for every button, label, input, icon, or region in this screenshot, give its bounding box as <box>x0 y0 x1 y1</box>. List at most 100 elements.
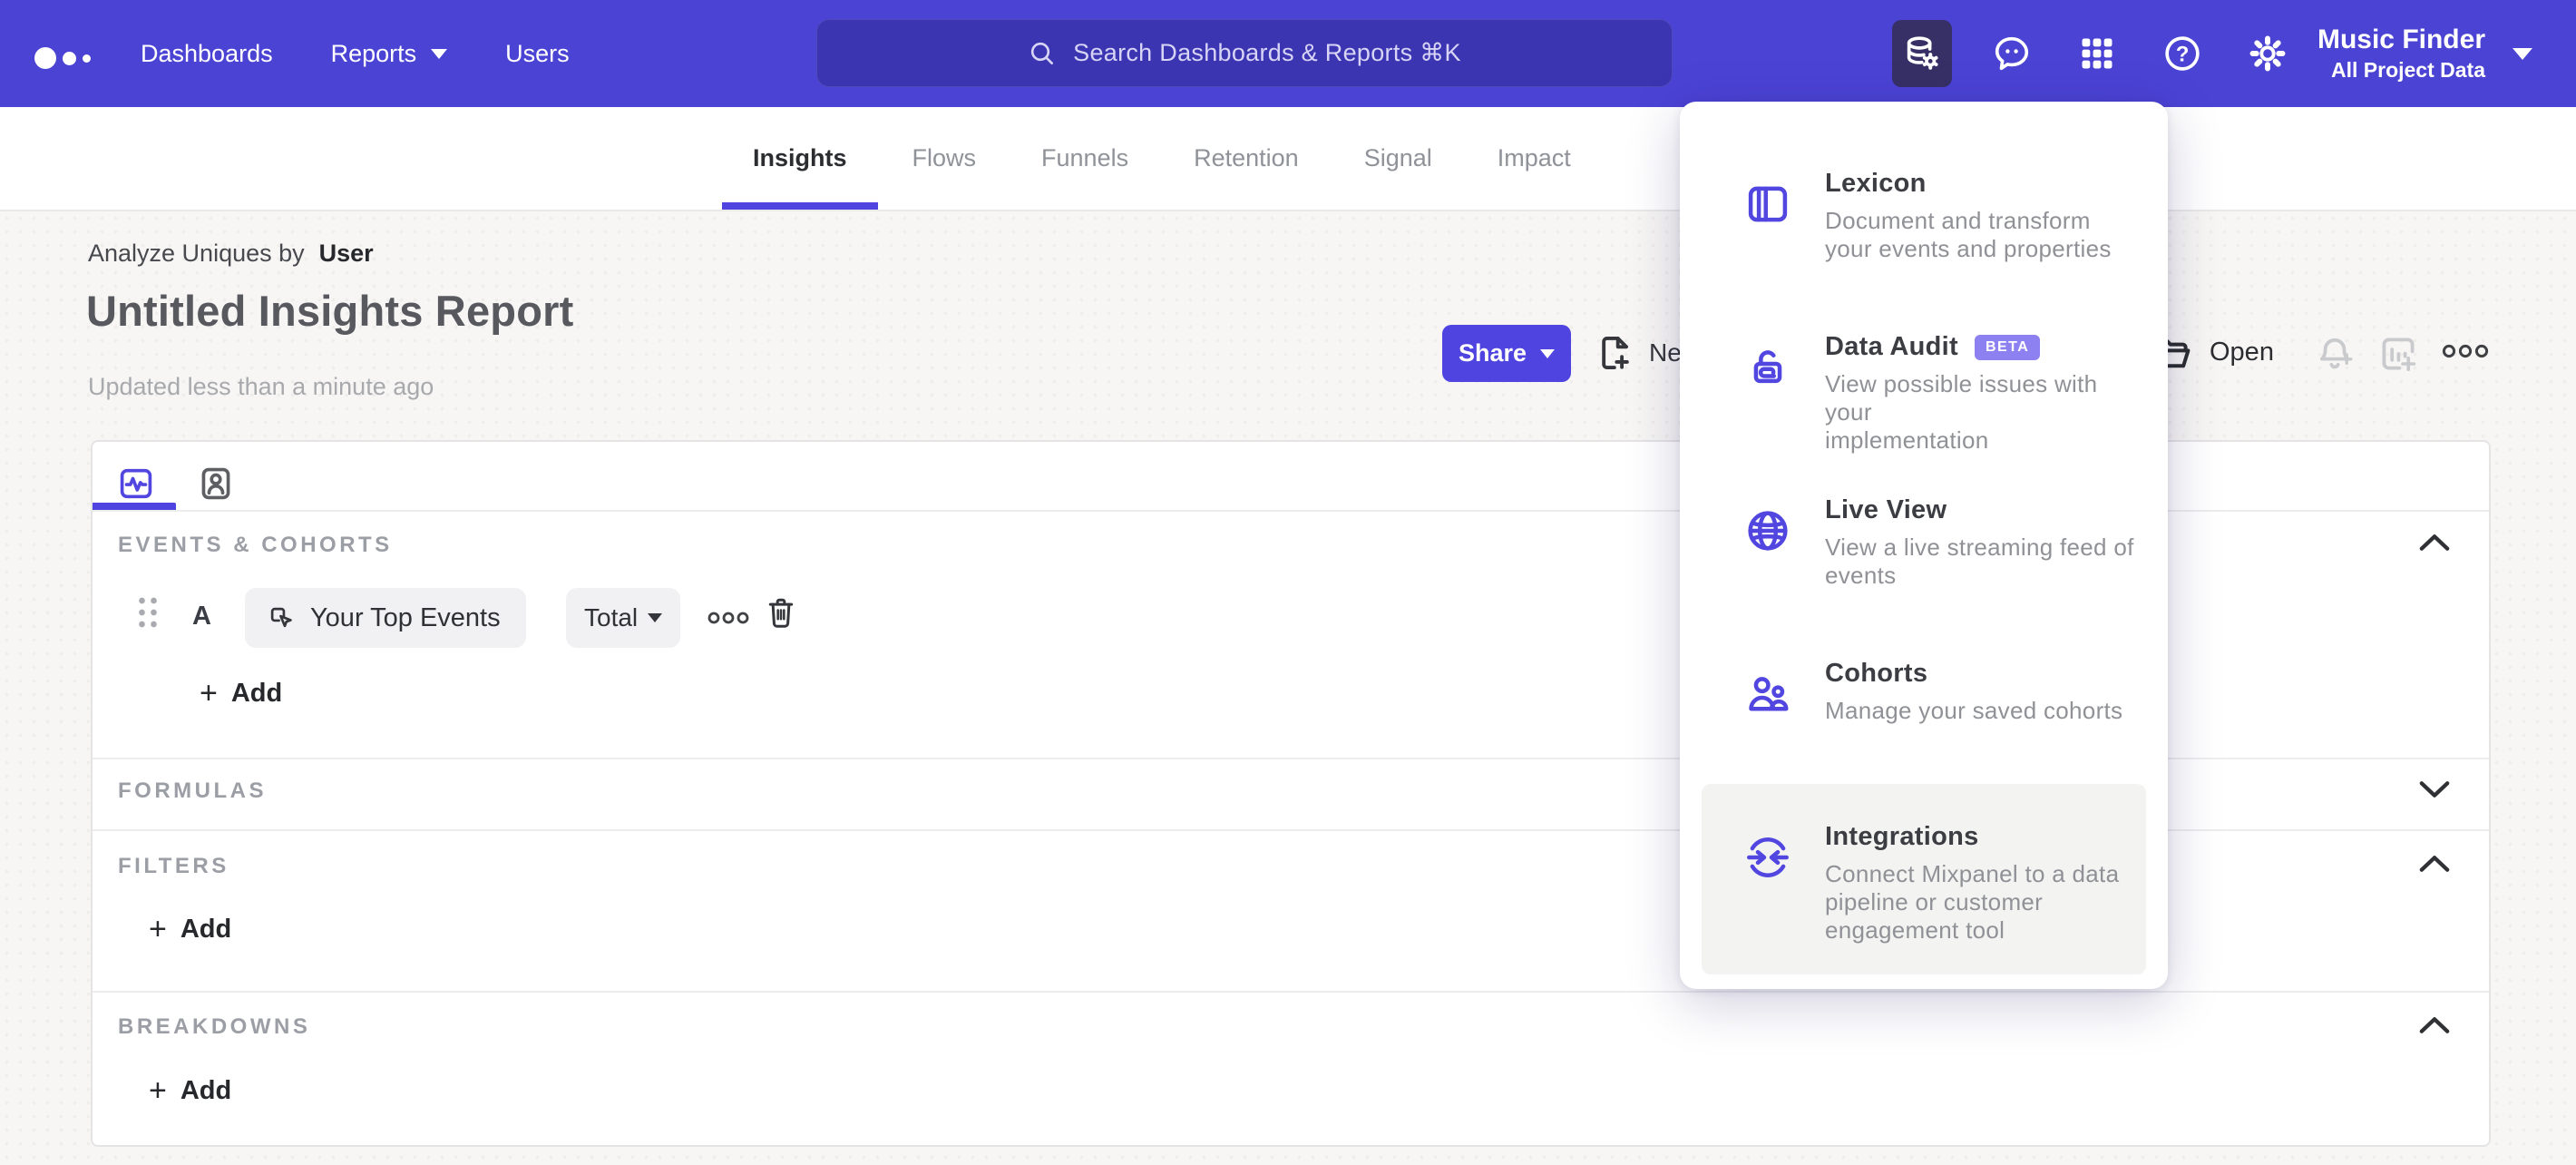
menu-item-lexicon[interactable]: Lexicon Document and transform your event… <box>1702 158 2146 321</box>
chart-plus-icon <box>2382 338 2416 371</box>
aggregation-caret-icon <box>648 613 663 622</box>
integrations-sync-icon <box>1743 833 1792 882</box>
menu-item-text: Lexicon Document and transform your event… <box>1825 169 2142 263</box>
settings-button[interactable] <box>2247 33 2288 74</box>
globe-icon <box>1743 506 1792 555</box>
search-icon <box>1031 42 1054 64</box>
plus-icon: + <box>149 912 167 946</box>
tab-chart-view[interactable] <box>116 464 156 504</box>
nav-link-users[interactable]: Users <box>505 40 570 68</box>
event-name: Your Top Events <box>310 602 501 632</box>
share-caret-icon <box>1540 348 1556 358</box>
menu-item-live-view[interactable]: Live View View a live streaming feed of e… <box>1702 485 2146 648</box>
insights-pulse-icon <box>120 468 152 499</box>
nav-link-reports[interactable]: Reports <box>331 40 448 68</box>
menu-item-title: Data Audit <box>1825 332 1958 361</box>
search-placeholder: Search Dashboards & Reports ⌘K <box>1073 39 1461 66</box>
report-tabs: Insights Flows Funnels Retention Signal Impac… <box>722 107 1571 210</box>
apps-grid-icon <box>2082 38 2113 69</box>
nav-link-dashboards[interactable]: Dashboards <box>141 40 273 68</box>
database-gear-icon <box>1907 36 1938 70</box>
share-button[interactable]: Share <box>1442 325 1571 382</box>
aggregation-selector-button[interactable]: Total <box>566 588 681 648</box>
add-to-dashboard-button[interactable] <box>2376 332 2420 380</box>
section-label-breakdowns: BREAKDOWNS <box>118 1014 311 1039</box>
data-management-button[interactable] <box>1892 20 1952 87</box>
profile-card-icon <box>201 467 230 500</box>
tab-funnels[interactable]: Funnels <box>1041 107 1128 210</box>
search-input[interactable]: Search Dashboards & Reports ⌘K <box>816 19 1673 87</box>
chevron-down-icon <box>431 48 448 59</box>
tab-signal[interactable]: Signal <box>1364 107 1432 210</box>
delete-event-row-button[interactable] <box>764 592 798 632</box>
drag-handle-icon[interactable] <box>136 594 160 635</box>
mixpanel-logo-icon[interactable] <box>34 45 98 73</box>
menu-item-description: Manage your saved cohorts <box>1825 697 2123 724</box>
new-report-label: New <box>1649 338 1683 367</box>
collapse-filters-chevron[interactable] <box>2416 852 2453 876</box>
collapse-breakdowns-chevron[interactable] <box>2416 1013 2453 1037</box>
analyze-by-line[interactable]: Analyze Uniques by User <box>88 240 374 268</box>
add-event-label: Add <box>230 678 283 708</box>
new-report-icon <box>1602 336 1629 370</box>
tab-profiles-view[interactable] <box>196 464 236 504</box>
add-event-button[interactable]: + Add <box>200 678 282 709</box>
primary-nav: Dashboards Reports Users <box>141 0 570 107</box>
project-switcher[interactable]: Music Finder All Project Data <box>2317 0 2485 107</box>
add-filter-label: Add <box>180 914 232 944</box>
gear-icon <box>2249 35 2286 72</box>
project-scope: All Project Data <box>2331 58 2485 82</box>
lock-audit-icon <box>1743 343 1792 392</box>
feedback-button[interactable] <box>1991 33 2033 74</box>
nav-link-label: Dashboards <box>141 39 273 67</box>
beta-badge: BETA <box>1974 334 2041 360</box>
lexicon-book-icon <box>1743 180 1792 229</box>
add-breakdown-label: Add <box>180 1075 232 1105</box>
tab-retention[interactable]: Retention <box>1194 107 1299 210</box>
collapse-formulas-chevron[interactable] <box>2416 778 2453 801</box>
open-report-label: Open <box>2210 337 2274 367</box>
section-label-filters: FILTERS <box>118 854 229 878</box>
create-alert-button[interactable] <box>2313 332 2356 380</box>
menu-item-integrations[interactable]: Integrations Connect Mixpanel to a data p… <box>1702 784 2146 974</box>
menu-item-description: Document and transform your events and p… <box>1825 207 2112 262</box>
bell-plus-icon <box>2319 338 2353 369</box>
add-breakdown-button[interactable]: + Add <box>149 1075 231 1106</box>
menu-item-text: Live View View a live streaming feed of e… <box>1825 495 2142 590</box>
event-selector-button[interactable]: Your Top Events <box>245 588 526 648</box>
event-row-more-button[interactable] <box>707 611 749 630</box>
plus-icon: + <box>200 676 218 710</box>
collapse-events-chevron[interactable] <box>2416 531 2453 554</box>
tab-insights[interactable]: Insights <box>722 107 877 210</box>
help-button[interactable]: ? <box>2161 33 2203 74</box>
new-report-button[interactable]: New <box>1595 332 1683 374</box>
tab-impact[interactable]: Impact <box>1498 107 1571 210</box>
project-name: Music Finder <box>2317 24 2485 54</box>
apps-grid-button[interactable] <box>2076 33 2118 74</box>
cohorts-people-icon <box>1743 670 1792 719</box>
add-filter-button[interactable]: + Add <box>149 914 231 945</box>
menu-item-title: Lexicon <box>1825 169 1927 198</box>
report-tabs-bar: Insights Flows Funnels Retention Signal Impac… <box>0 107 2576 211</box>
aggregation-value: Total <box>584 603 639 631</box>
menu-item-text: Data Audit BETA View possible issues with … <box>1825 332 2142 455</box>
menu-item-title: Live View <box>1825 495 1947 524</box>
section-label-formulas: FORMULAS <box>118 778 267 803</box>
menu-item-data-audit[interactable]: Data Audit BETA View possible issues with … <box>1702 321 2146 485</box>
analyze-by-value[interactable]: User <box>319 240 374 267</box>
event-row-letter: A <box>192 602 211 631</box>
share-label: Share <box>1458 339 1527 367</box>
event-click-icon <box>270 607 292 628</box>
project-caret-icon[interactable] <box>2513 48 2532 60</box>
report-content: Analyze Uniques by User Untitled Insights… <box>0 211 2576 1165</box>
trash-icon <box>768 598 794 628</box>
more-actions-button[interactable] <box>2442 343 2489 364</box>
menu-item-text: Integrations Connect Mixpanel to a data p… <box>1825 822 2142 945</box>
svg-text:?: ? <box>2176 42 2190 66</box>
page-title[interactable]: Untitled Insights Report <box>86 286 573 336</box>
tab-flows[interactable]: Flows <box>912 107 977 210</box>
plus-icon: + <box>149 1073 167 1108</box>
top-navbar: Dashboards Reports Users Search Dashboards… <box>0 0 2576 107</box>
nav-link-label: Reports <box>330 39 417 67</box>
ellipsis-icon <box>2442 344 2489 358</box>
